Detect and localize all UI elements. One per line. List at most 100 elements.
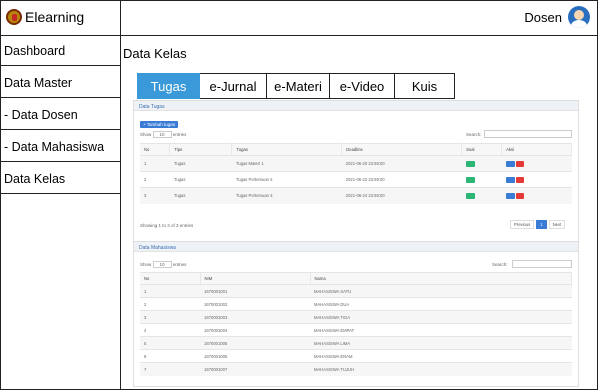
tugas-panel-heading: Data Tugas xyxy=(134,101,578,111)
logo-icon xyxy=(6,9,22,25)
cell-no: 2 xyxy=(140,171,170,188)
cell-deadline: 2021-06-22 23:59:00 xyxy=(341,171,462,188)
cell-no: 3 xyxy=(140,310,200,324)
table-row: 1 Tugas Tugas Materi 1 2021-06-20 23:59:… xyxy=(140,155,572,172)
tab-e-jurnal[interactable]: e-Jurnal xyxy=(200,73,267,99)
cell-nim: 1670001005 xyxy=(200,336,310,350)
show-label: Show xyxy=(140,262,152,267)
table-row: 7 1670001007 MAHASISWA TUJUH xyxy=(140,362,572,376)
cell-tugas: Tugas Pertemuan 2 xyxy=(231,171,342,188)
tab-bar: Tugas e-Jurnal e-Materi e-Video Kuis xyxy=(137,73,455,99)
tugas-pagination: Previous 1 Next xyxy=(510,220,566,229)
page-length-select[interactable]: 10 xyxy=(152,261,172,268)
cell-tipe: Tugas xyxy=(169,171,232,188)
cell-nama: MAHASISWA TUJUH xyxy=(310,362,572,376)
sidebar: Dashboard Data Master - Data Dosen - Dat… xyxy=(0,36,120,194)
cell-no: 5 xyxy=(140,336,200,350)
soal-button[interactable] xyxy=(465,176,475,183)
cell-deadline: 2021-06-24 23:59:00 xyxy=(341,187,462,204)
sidebar-item-dashboard[interactable]: Dashboard xyxy=(0,36,120,66)
app-title: Elearning xyxy=(25,9,85,25)
tab-tugas[interactable]: Tugas xyxy=(137,73,200,99)
cell-tipe: Tugas xyxy=(169,187,232,204)
table-row: 6 1670001006 MAHASISWA ENAM xyxy=(140,349,572,363)
cell-no: 3 xyxy=(140,187,170,204)
user-menu[interactable]: Dosen xyxy=(524,6,590,28)
page-length-select[interactable]: 10 xyxy=(152,131,172,138)
show-label: Show xyxy=(140,132,152,137)
sidebar-item-data-mahasiswa[interactable]: - Data Mahasiswa xyxy=(0,130,120,162)
col-aksi[interactable]: Aksi xyxy=(501,143,572,156)
tugas-length-control: Show 10 entries xyxy=(140,131,187,138)
delete-button[interactable] xyxy=(515,176,524,183)
table-row: 2 Tugas Tugas Pertemuan 2 2021-06-22 23:… xyxy=(140,171,572,188)
col-nama[interactable]: Nama xyxy=(310,272,572,285)
table-row: 4 1670001004 MAHASISWA EMPAT xyxy=(140,323,572,337)
pagination-previous[interactable]: Previous xyxy=(510,220,535,229)
cell-nama: MAHASISWA ENAM xyxy=(310,349,572,363)
col-deadline[interactable]: Deadline xyxy=(341,143,463,156)
col-no[interactable]: No xyxy=(140,272,201,285)
tugas-table: No Tipe Tugas Deadline Soal Aksi 1 Tugas… xyxy=(140,143,572,204)
sidebar-divider xyxy=(120,0,121,390)
table-row: 3 Tugas Tugas Pertemuan 3 2021-06-24 23:… xyxy=(140,187,572,204)
top-bar: Elearning Dosen xyxy=(0,0,598,36)
mahasiswa-length-control: Show 10 entries xyxy=(140,261,187,268)
edit-button[interactable] xyxy=(505,176,515,183)
cell-nama: MAHASISWA LIMA xyxy=(310,336,572,350)
col-no[interactable]: No xyxy=(140,143,171,156)
tab-e-materi[interactable]: e-Materi xyxy=(267,73,330,99)
sidebar-item-data-dosen[interactable]: - Data Dosen xyxy=(0,98,120,130)
table-row: 2 1670001002 MAHASISWA DUA xyxy=(140,297,572,311)
cell-nim: 1670001007 xyxy=(200,362,310,376)
mahasiswa-panel: Data Mahasiswa Show 10 entries Search: N… xyxy=(133,241,579,387)
soal-button[interactable] xyxy=(465,160,475,167)
cell-nama: MAHASISWA TIGA xyxy=(310,310,572,324)
cell-nim: 1670001003 xyxy=(200,310,310,324)
cell-no: 1 xyxy=(140,155,170,172)
entries-label: entries xyxy=(172,262,187,267)
tab-e-video[interactable]: e-Video xyxy=(330,73,395,99)
tab-kuis[interactable]: Kuis xyxy=(395,73,455,99)
tugas-search-label: Search: xyxy=(466,132,482,137)
pagination-next[interactable]: Next xyxy=(548,220,566,229)
cell-tipe: Tugas xyxy=(169,155,232,172)
edit-button[interactable] xyxy=(505,160,515,167)
cell-nama: MAHASISWA DUA xyxy=(310,297,572,311)
table-row: 3 1670001003 MAHASISWA TIGA xyxy=(140,310,572,324)
add-tugas-button[interactable]: + Tambah tugas xyxy=(140,121,179,128)
cell-nim: 1670001004 xyxy=(200,323,310,337)
mahasiswa-panel-heading: Data Mahasiswa xyxy=(134,242,578,252)
delete-button[interactable] xyxy=(515,192,524,199)
cell-nama: MAHASISWA EMPAT xyxy=(310,323,572,337)
cell-deadline: 2021-06-20 23:59:00 xyxy=(341,155,462,172)
cell-tugas: Tugas Pertemuan 3 xyxy=(231,187,342,204)
tugas-table-info: Showing 1 to 3 of 3 entries xyxy=(140,223,194,228)
avatar[interactable] xyxy=(568,6,590,28)
cell-nim: 1670001006 xyxy=(200,349,310,363)
sidebar-item-data-kelas[interactable]: Data Kelas xyxy=(0,162,120,194)
page-title: Data Kelas xyxy=(123,46,187,61)
cell-nim: 1670001001 xyxy=(200,284,310,298)
pagination-page-1[interactable]: 1 xyxy=(536,220,547,229)
mahasiswa-search-label: Search: xyxy=(492,262,508,267)
mahasiswa-table: No NIM Nama 1 1670001001 MAHASISWA SATU … xyxy=(140,272,572,376)
tugas-search-input[interactable] xyxy=(484,130,572,138)
cell-no: 1 xyxy=(140,284,200,298)
tugas-panel: Data Tugas + Tambah tugas Show 10 entrie… xyxy=(133,100,579,260)
cell-tugas: Tugas Materi 1 xyxy=(231,155,342,172)
cell-nim: 1670001002 xyxy=(200,297,310,311)
col-tipe[interactable]: Tipe xyxy=(169,143,233,156)
col-nim[interactable]: NIM xyxy=(200,272,311,285)
soal-button[interactable] xyxy=(465,192,475,199)
brand[interactable]: Elearning xyxy=(6,9,84,25)
mahasiswa-search-input[interactable] xyxy=(512,260,572,268)
delete-button[interactable] xyxy=(515,160,524,167)
sidebar-item-data-master[interactable]: Data Master xyxy=(0,66,120,98)
cell-no: 2 xyxy=(140,297,200,311)
col-tugas[interactable]: Tugas xyxy=(231,143,343,156)
entries-label: entries xyxy=(172,132,187,137)
edit-button[interactable] xyxy=(505,192,515,199)
col-soal[interactable]: Soal xyxy=(461,143,503,156)
cell-no: 4 xyxy=(140,323,200,337)
